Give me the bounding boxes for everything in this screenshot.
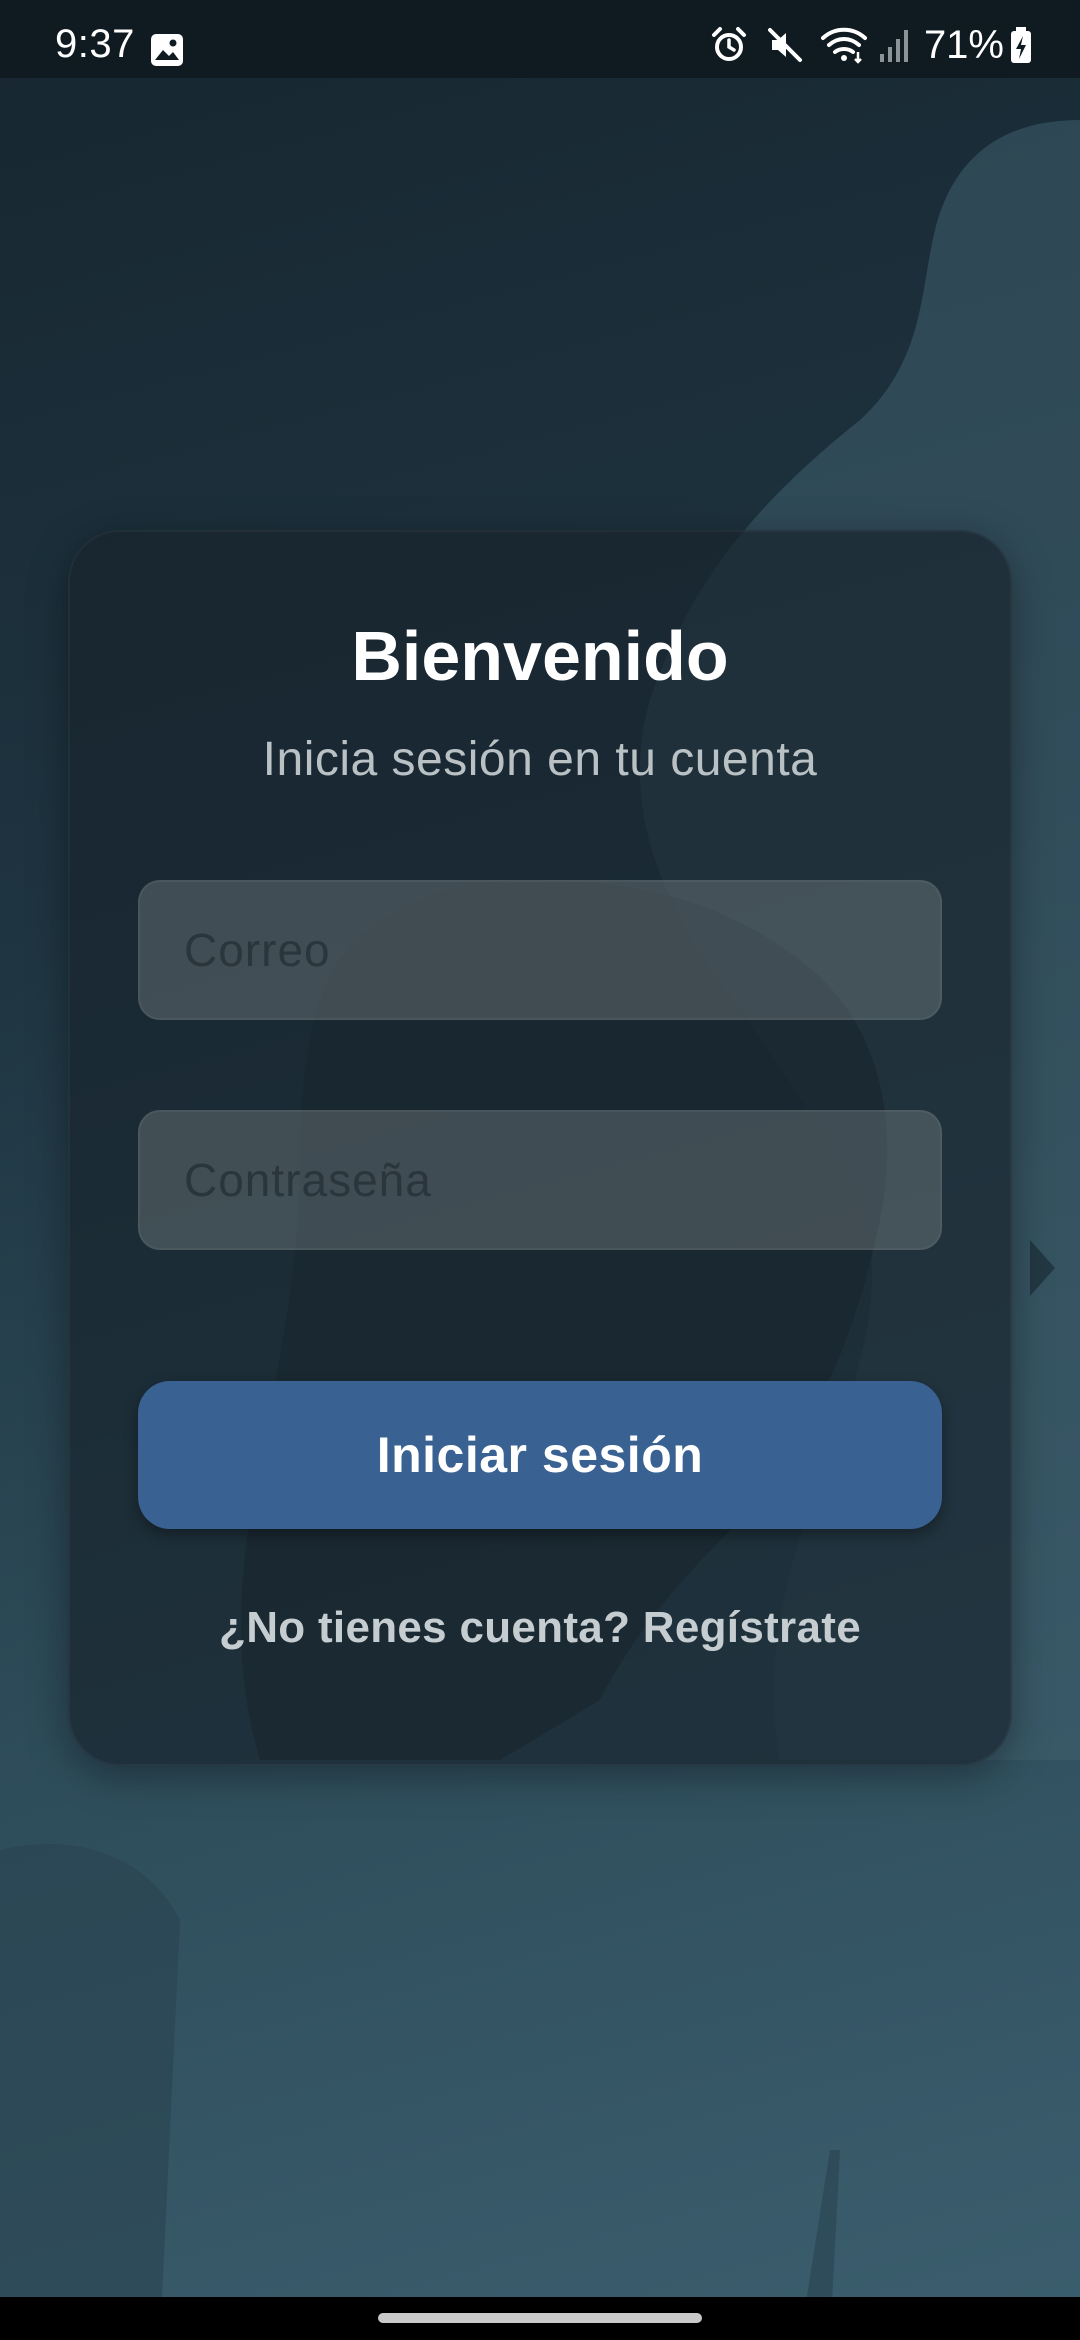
alarm-icon	[710, 26, 748, 64]
home-indicator[interactable]	[378, 2313, 702, 2323]
status-icons: 71%	[710, 22, 1032, 68]
login-button[interactable]: Iniciar sesión	[138, 1381, 942, 1529]
signal-icon	[878, 26, 910, 64]
gallery-icon	[150, 33, 184, 67]
navigation-bar	[0, 2297, 1080, 2340]
battery-percent: 71%	[923, 22, 1004, 67]
mute-icon	[766, 26, 804, 64]
status-time: 9:37	[55, 22, 135, 66]
login-card: Bienvenido Inicia sesión en tu cuenta In…	[68, 530, 1012, 1766]
email-field[interactable]	[138, 880, 942, 1020]
register-link[interactable]: ¿No tienes cuenta? Regístrate	[68, 1603, 1012, 1653]
wifi-icon	[820, 26, 868, 64]
page-subtitle: Inicia sesión en tu cuenta	[262, 733, 818, 786]
battery-charging-icon	[1010, 26, 1032, 64]
password-field[interactable]	[138, 1110, 942, 1250]
status-bar: 9:37 71%	[0, 0, 1080, 78]
page-title: Bienvenido	[351, 617, 729, 695]
